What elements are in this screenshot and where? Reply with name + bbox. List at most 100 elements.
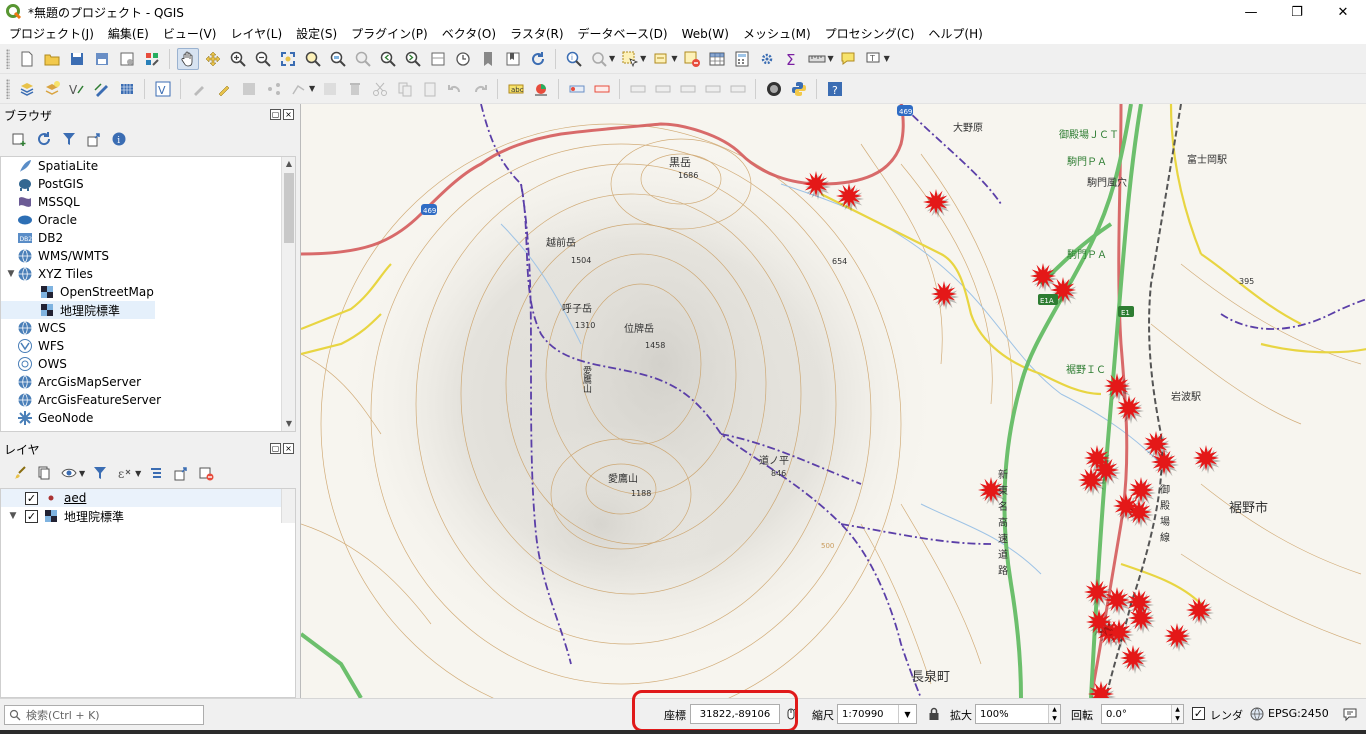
toggle-editing-button[interactable]: [213, 78, 235, 100]
close-panel-button[interactable]: ×: [283, 109, 294, 120]
zoom-last-button[interactable]: [377, 48, 399, 70]
browser-item-arcgismapserver[interactable]: ArcGisMapServer: [1, 373, 295, 391]
layer-diagram-button[interactable]: [530, 78, 552, 100]
label-rotate-button[interactable]: [652, 78, 674, 100]
zoom-to-layer-button[interactable]: [327, 48, 349, 70]
close-panel-button[interactable]: ×: [283, 443, 294, 454]
messages-icon[interactable]: [1342, 706, 1358, 722]
new-layer-button[interactable]: [41, 78, 63, 100]
zoom-in-button[interactable]: [227, 48, 249, 70]
layer-row-aed[interactable]: ✓ aed: [1, 489, 295, 507]
help-button[interactable]: ?: [824, 78, 846, 100]
browser-item-geonode[interactable]: GeoNode: [1, 409, 295, 427]
browser-item-spatialite[interactable]: SpatiaLite: [1, 157, 295, 175]
aed-marker-icon[interactable]: [1143, 431, 1169, 457]
menu-processing[interactable]: プロセシング(C): [818, 24, 922, 44]
remove-layer-button[interactable]: [195, 462, 217, 484]
expression-dropdown-icon[interactable]: ▼: [135, 469, 141, 478]
browser-item-oracle[interactable]: Oracle: [1, 211, 295, 229]
scale-dropdown-icon[interactable]: ▼: [898, 705, 916, 723]
lock-icon[interactable]: [928, 707, 940, 721]
menu-layer[interactable]: レイヤ(L): [223, 24, 289, 44]
undo-button[interactable]: [444, 78, 466, 100]
aed-marker-icon[interactable]: [1128, 605, 1154, 631]
new-map-view-button[interactable]: [427, 48, 449, 70]
browser-item-xyz-tiles[interactable]: ▼ XYZ Tiles: [1, 265, 295, 283]
aed-marker-icon[interactable]: [1193, 445, 1219, 471]
label-unpin-button[interactable]: [591, 78, 613, 100]
modify-attributes-button[interactable]: [319, 78, 341, 100]
zoom-full-button[interactable]: [277, 48, 299, 70]
menu-project[interactable]: プロジェクト(J): [2, 24, 101, 44]
zoom-out-button[interactable]: [252, 48, 274, 70]
show-bookmarks-button[interactable]: [502, 48, 524, 70]
aed-marker-icon[interactable]: [1120, 645, 1146, 671]
magnifier-spinbox[interactable]: 100% ▲ ▼: [975, 704, 1061, 724]
data-source-manager-button[interactable]: [16, 78, 38, 100]
magnifier-spin-arrows[interactable]: ▲ ▼: [1048, 705, 1060, 723]
float-panel-button[interactable]: ▢: [270, 109, 281, 120]
pan-button[interactable]: [176, 47, 199, 70]
temporal-controller-button[interactable]: [452, 48, 474, 70]
minimize-button[interactable]: —: [1228, 0, 1274, 24]
menu-web[interactable]: Web(W): [675, 24, 736, 44]
rotation-spinbox[interactable]: 0.0° ▲ ▼: [1101, 704, 1184, 724]
collapse-all-layers-button[interactable]: [170, 462, 192, 484]
select-features-button[interactable]: [619, 48, 641, 70]
field-calculator-button[interactable]: [731, 48, 753, 70]
aed-marker-icon[interactable]: [1116, 395, 1142, 421]
select-by-value-button[interactable]: [650, 48, 672, 70]
manage-visibility-button[interactable]: [58, 462, 80, 484]
label-properties-button[interactable]: [727, 78, 749, 100]
layer-row-gsi-standard[interactable]: ▼ ✓ 地理院標準: [1, 507, 295, 525]
map-canvas[interactable]: 黒岳 1686 大野原 御殿場ＪＣＴ 駒門ＰＡ 富士岡駅 駒門風穴 駒門ＰＡ 越…: [300, 104, 1366, 698]
save-edits-button[interactable]: [238, 78, 260, 100]
vertex-dropdown-icon[interactable]: ▼: [309, 84, 315, 93]
virtual-layer-button[interactable]: V: [152, 78, 174, 100]
text-annotation-button[interactable]: T: [862, 48, 884, 70]
filter-legend-button[interactable]: [89, 462, 111, 484]
globe-icon[interactable]: [1250, 707, 1264, 721]
add-selected-layers-button[interactable]: [8, 128, 30, 150]
browser-scrollbar[interactable]: ▲ ▼: [281, 157, 295, 431]
paste-button[interactable]: [419, 78, 441, 100]
label-pin-button[interactable]: [566, 78, 588, 100]
browser-info-button[interactable]: i: [108, 128, 130, 150]
browser-item-arcgisfeatureserver[interactable]: ArcGisFeatureServer: [1, 391, 295, 409]
menu-mesh[interactable]: メッシュ(M): [736, 24, 818, 44]
crs-button[interactable]: EPSG:2450: [1268, 707, 1329, 720]
map-tips-button[interactable]: [837, 48, 859, 70]
digitize-button[interactable]: [91, 78, 113, 100]
visibility-dropdown-icon[interactable]: ▼: [79, 469, 85, 478]
aed-marker-icon[interactable]: [1084, 579, 1110, 605]
locator-search-input[interactable]: 検索(Ctrl + K): [4, 705, 204, 725]
menu-edit[interactable]: 編集(E): [101, 24, 156, 44]
current-edits-button[interactable]: [188, 78, 210, 100]
delete-selected-button[interactable]: [344, 78, 366, 100]
browser-item-ows[interactable]: OWS: [1, 355, 295, 373]
vertex-tool-button[interactable]: [288, 78, 310, 100]
browser-refresh-button[interactable]: [33, 128, 55, 150]
layers-scrollbar[interactable]: [281, 489, 295, 523]
add-vector-button[interactable]: V: [66, 78, 88, 100]
layer-expander[interactable]: ▼: [1, 511, 25, 521]
maximize-button[interactable]: ❐: [1274, 0, 1320, 24]
filter-by-expression-button[interactable]: ε: [114, 462, 136, 484]
menu-settings[interactable]: 設定(S): [289, 24, 344, 44]
zoom-next-button[interactable]: [402, 48, 424, 70]
select-dropdown-icon[interactable]: ▼: [640, 54, 646, 63]
aed-marker-icon[interactable]: [1030, 263, 1056, 289]
toolbar-handle[interactable]: [6, 48, 10, 69]
style-manager-button[interactable]: [141, 48, 163, 70]
browser-item-wms-wmts[interactable]: WMS/WMTS: [1, 247, 295, 265]
attribute-table-button[interactable]: [706, 48, 728, 70]
layer-visibility-checkbox[interactable]: ✓: [25, 509, 38, 523]
add-raster-button[interactable]: [116, 78, 138, 100]
identify-button[interactable]: i: [563, 48, 585, 70]
toolbar-handle[interactable]: [6, 78, 10, 99]
aed-marker-icon[interactable]: [923, 189, 949, 215]
float-panel-button[interactable]: ▢: [270, 443, 281, 454]
close-button[interactable]: ✕: [1320, 0, 1366, 24]
aed-marker-icon[interactable]: [1164, 623, 1190, 649]
statistical-summary-button[interactable]: Σ: [781, 48, 803, 70]
